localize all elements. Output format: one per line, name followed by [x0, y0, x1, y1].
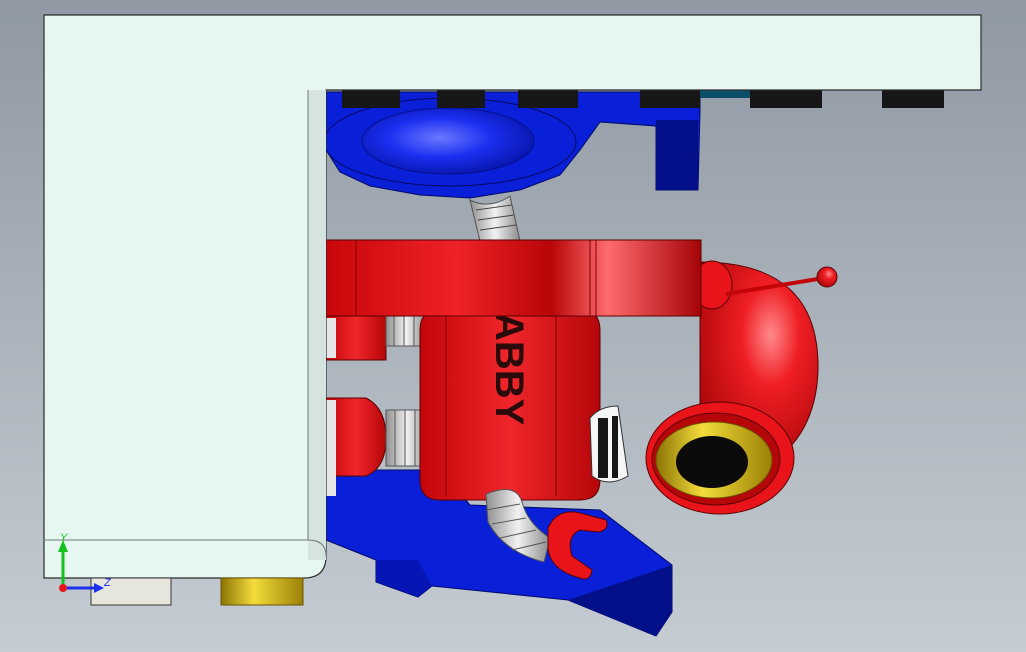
antenna-ball-icon — [816, 266, 838, 288]
chest-label: ABBY — [487, 312, 531, 426]
model-scene[interactable]: ABBY Y Z — [0, 0, 1026, 652]
robot-body[interactable]: ABBY — [419, 309, 601, 501]
triad-z-label: Z — [103, 577, 112, 589]
beige-foot-block — [90, 577, 172, 606]
robot-eye[interactable] — [645, 401, 795, 515]
triad-y-label: Y — [60, 532, 68, 544]
cad-3d-viewport[interactable]: ABBY Y Z — [0, 0, 1026, 652]
robot-shoulder-band[interactable] — [325, 239, 702, 317]
gold-foot-block — [220, 577, 304, 606]
